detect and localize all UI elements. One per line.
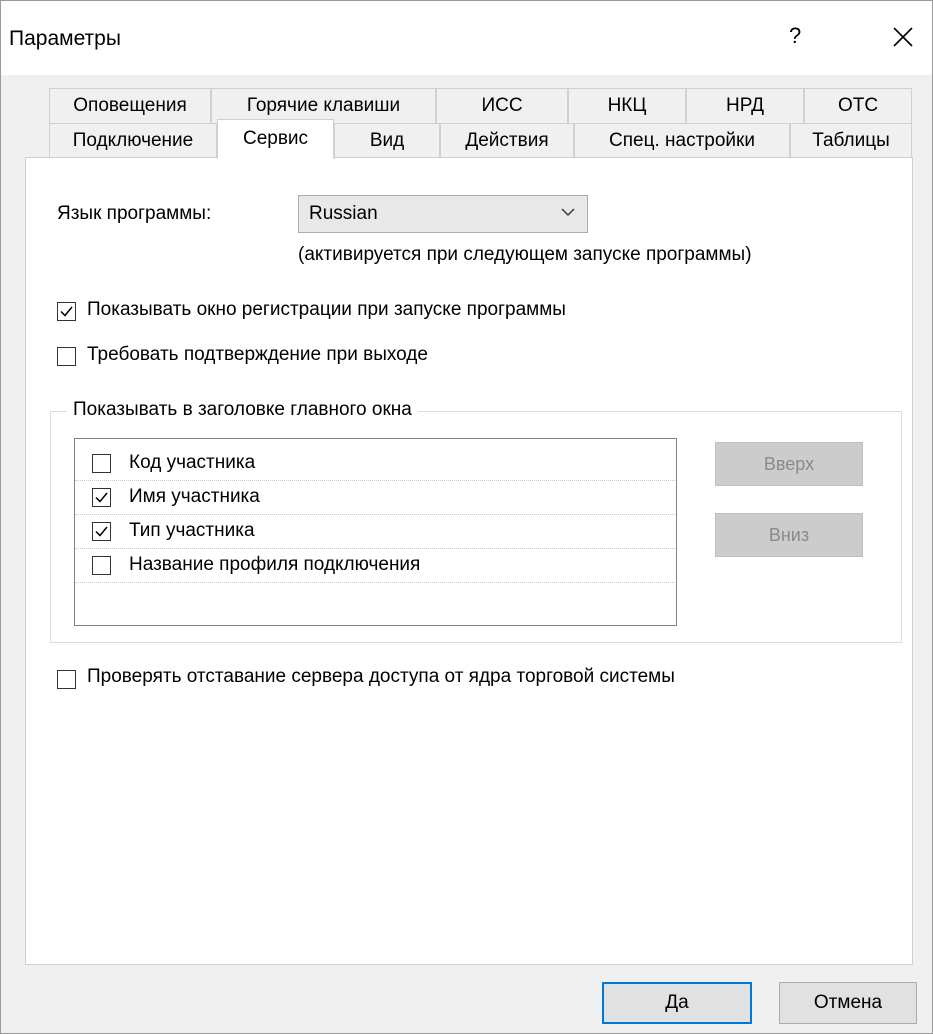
- checkmark-icon: [60, 306, 73, 317]
- show-login-checkbox[interactable]: [57, 302, 76, 321]
- tab-ots[interactable]: ОТС: [804, 88, 912, 124]
- language-select[interactable]: Russian: [298, 195, 588, 233]
- close-button[interactable]: [885, 19, 921, 55]
- item-checkbox[interactable]: [92, 454, 111, 473]
- confirm-exit-checkbox[interactable]: [57, 347, 76, 366]
- close-icon: [893, 27, 913, 47]
- tab-iss[interactable]: ИСС: [436, 88, 568, 124]
- tab-nkc[interactable]: НКЦ: [568, 88, 686, 124]
- chevron-down-icon: [561, 208, 575, 216]
- item-label: Код участника: [129, 452, 256, 473]
- list-item[interactable]: Код участника: [75, 446, 675, 481]
- item-checkbox[interactable]: [92, 556, 111, 575]
- list-item[interactable]: Название профиля подключения: [75, 548, 675, 583]
- show-login-label[interactable]: Показывать окно регистрации при запуске …: [87, 299, 566, 321]
- move-down-button[interactable]: Вниз: [715, 513, 863, 557]
- cancel-button[interactable]: Отмена: [779, 982, 917, 1024]
- move-up-button[interactable]: Вверх: [715, 442, 863, 486]
- item-label: Имя участника: [129, 486, 260, 507]
- options-dialog: Параметры ? Оповещения Горячие клавиши И…: [0, 0, 933, 1034]
- window-title: Параметры: [9, 27, 121, 50]
- title-fields-list[interactable]: Код участника Имя участника Тип участник…: [74, 438, 677, 626]
- help-button[interactable]: ?: [789, 23, 801, 49]
- language-note: (активируется при следующем запуске прог…: [298, 244, 752, 265]
- list-item[interactable]: Тип участника: [75, 514, 675, 549]
- item-label: Название профиля подключения: [129, 554, 421, 575]
- language-value: Russian: [309, 203, 378, 224]
- title-bar: Параметры ?: [1, 1, 932, 75]
- tab-nrd[interactable]: НРД: [686, 88, 804, 124]
- checkmark-icon: [95, 526, 108, 537]
- tab-actions[interactable]: Действия: [440, 123, 574, 159]
- title-group-label: Показывать в заголовке главного окна: [67, 399, 418, 421]
- tab-service[interactable]: Сервис: [217, 119, 334, 159]
- confirm-exit-label[interactable]: Требовать подтверждение при выходе: [87, 344, 428, 366]
- tab-notifications[interactable]: Оповещения: [49, 88, 211, 124]
- tab-tables[interactable]: Таблицы: [790, 123, 912, 159]
- language-label: Язык программы:: [57, 203, 212, 224]
- ok-button[interactable]: Да: [602, 982, 752, 1024]
- list-item[interactable]: Имя участника: [75, 480, 675, 515]
- item-label: Тип участника: [129, 520, 255, 541]
- item-checkbox[interactable]: [92, 488, 111, 507]
- check-lag-label[interactable]: Проверять отставание сервера доступа от …: [87, 666, 675, 688]
- tab-view[interactable]: Вид: [334, 123, 440, 159]
- checkmark-icon: [95, 492, 108, 503]
- check-lag-checkbox[interactable]: [57, 670, 76, 689]
- tab-special-settings[interactable]: Спец. настройки: [574, 123, 790, 159]
- item-checkbox[interactable]: [92, 522, 111, 541]
- tab-connection[interactable]: Подключение: [49, 123, 217, 159]
